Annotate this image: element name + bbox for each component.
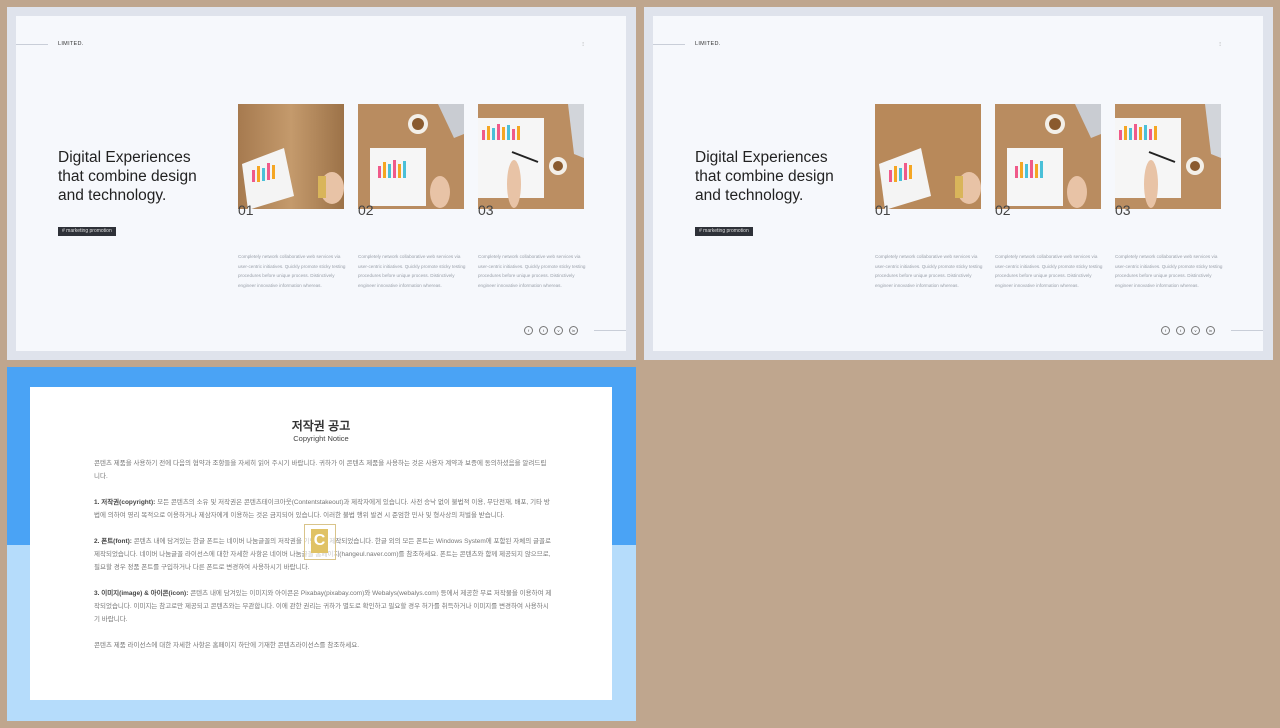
brand-label: LIMITED. [695,41,721,47]
slide-canvas: LIMITED. ⁝ Digital Experiences that comb… [653,16,1263,351]
social-links: f t v in [1161,326,1215,335]
card-3: 03 Completely network collaborative web … [478,104,585,288]
brand-label: LIMITED. [58,41,84,47]
notice-body: 콘텐츠 제품을 사용하기 전에 다음의 협약과 조항들을 자세히 읽어 주시기 … [94,457,552,665]
notice-subtitle: Copyright Notice [293,434,349,443]
card-photo [358,104,464,209]
section-heading: 1. 저작권(copyright): [94,499,156,506]
section-heading: 2. 폰트(font): [94,538,132,545]
slide-title: Digital Experiences that combine design … [695,149,834,204]
divider [1231,330,1263,331]
card-2: 02 Completely network collaborative web … [995,104,1102,288]
card-photo [995,104,1101,209]
notice-title: 저작권 공고 [291,419,351,433]
card-description: Completely network collaborative web ser… [1115,254,1223,288]
card-description: Completely network collaborative web ser… [358,254,466,288]
linkedin-icon[interactable]: in [1206,326,1215,335]
notice-section-copyright: 1. 저작권(copyright): 모든 콘텐츠의 소유 및 저작권은 콘텐츠… [94,496,552,522]
vimeo-icon[interactable]: v [1191,326,1200,335]
tag-badge: # marketing promotion [695,227,753,236]
linkedin-icon[interactable]: in [569,326,578,335]
notice-outro: 콘텐츠 제품 라이선스에 대한 자세한 사항은 홈페이지 하단에 기재한 콘텐츠… [94,642,360,649]
card-1: 01 Completely network collaborative web … [875,104,982,288]
slide-canvas: LIMITED. ⁝ Digital Experiences that comb… [16,16,626,351]
card-photo [1115,104,1221,209]
social-links: f t v in [524,326,578,335]
card-description: Completely network collaborative web ser… [478,254,586,288]
card-2: 02 Completely network collaborative web … [358,104,465,288]
divider [594,330,626,331]
slide-thumbnail-1[interactable]: LIMITED. ⁝ Digital Experiences that comb… [7,7,636,360]
slide-title: Digital Experiences that combine design … [58,149,197,204]
notice-intro: 콘텐츠 제품을 사용하기 전에 다음의 협약과 조항들을 자세히 읽어 주시기 … [94,460,547,480]
notice-section-image: 3. 이미지(image) & 아이콘(icon): 콘텐츠 내에 담겨있는 이… [94,587,552,626]
card-3: 03 Completely network collaborative web … [1115,104,1222,288]
divider [16,44,48,45]
section-text: 모든 콘텐츠의 소유 및 저작권은 콘텐츠테이크아웃(Contentstakeo… [94,499,550,519]
c-logo-icon: C [311,529,328,553]
card-number: 03 [1115,202,1131,218]
card-description: Completely network collaborative web ser… [995,254,1103,288]
card-description: Completely network collaborative web ser… [238,254,346,288]
menu-dot-icon: ⁝ [582,42,584,48]
card-number: 01 [238,202,254,218]
card-number: 03 [478,202,494,218]
card-photo [875,104,981,209]
facebook-icon[interactable]: f [1161,326,1170,335]
card-photo [238,104,344,209]
twitter-icon[interactable]: t [539,326,548,335]
slide-thumbnail-2[interactable]: LIMITED. ⁝ Digital Experiences that comb… [644,7,1273,360]
logo-watermark: C [304,524,336,560]
divider [653,44,685,45]
card-number: 01 [875,202,891,218]
facebook-icon[interactable]: f [524,326,533,335]
menu-dot-icon: ⁝ [1219,42,1221,48]
card-description: Completely network collaborative web ser… [875,254,983,288]
tag-badge: # marketing promotion [58,227,116,236]
section-heading: 3. 이미지(image) & 아이콘(icon): [94,590,189,597]
card-number: 02 [358,202,374,218]
card-1: 01 Completely network collaborative web … [238,104,345,288]
card-photo [478,104,584,209]
twitter-icon[interactable]: t [1176,326,1185,335]
card-number: 02 [995,202,1011,218]
vimeo-icon[interactable]: v [554,326,563,335]
